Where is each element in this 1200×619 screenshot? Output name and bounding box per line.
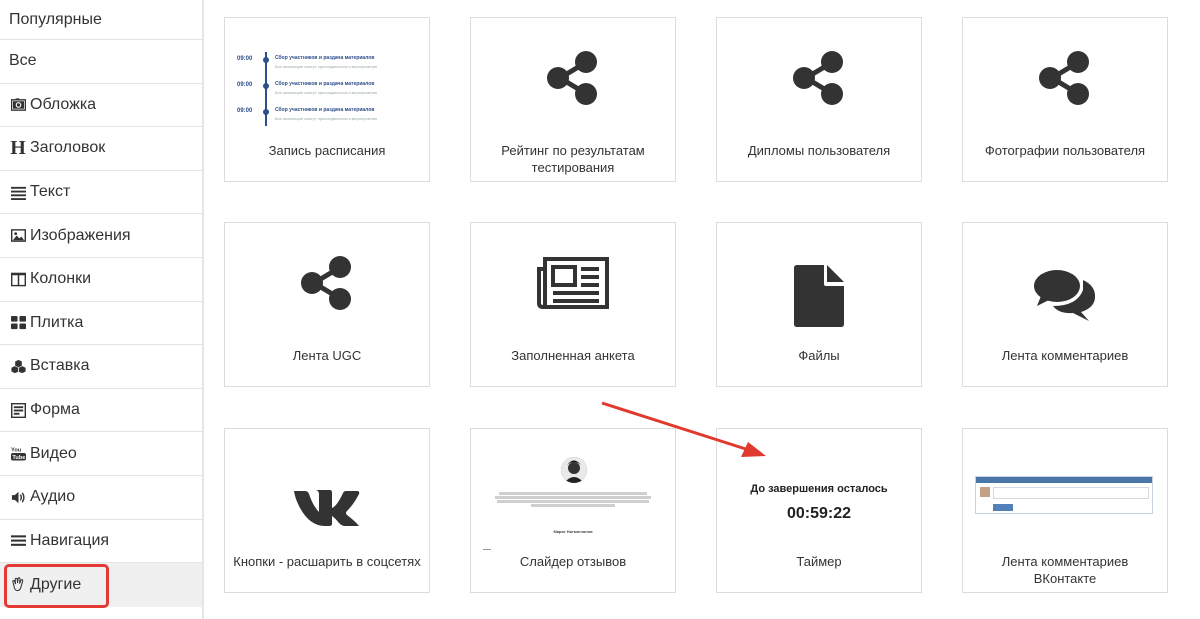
avatar [561,457,587,483]
card-label: Рейтинг по результатам тестирования [501,143,645,175]
card-filled-form[interactable]: Заполненная анкета [470,222,676,387]
sidebar-item-tiles[interactable]: Плитка [0,302,202,346]
sidebar-item-columns[interactable]: Колонки [0,258,202,302]
heading-icon: H [10,136,26,159]
card-label: Файлы [798,348,840,363]
sidebar-item-label: Колонки [30,270,92,288]
review-author: Марат Нигматзянов [553,529,593,534]
sidebar: Популярные Все Обложка H Заголовок Текст… [0,0,204,619]
comments-icon [1034,270,1096,321]
share-icon [301,256,351,310]
card-label: Фотографии пользователя [984,143,1146,158]
share-icon [793,51,843,105]
sidebar-item-label: Вставка [30,357,90,375]
sidebar-item-label: Аудио [30,488,76,506]
youtube-icon: You Tube [9,445,27,463]
card-label: Лента комментариев [1001,348,1129,363]
card-label: Лента комментариев ВКонтакте [1001,554,1129,586]
sidebar-item-label: Видео [30,444,77,462]
svg-text:Tube: Tube [12,455,25,461]
sidebar-item-label: Навигация [30,531,110,549]
card-files[interactable]: Файлы [716,222,922,387]
card-share-buttons[interactable]: Кнопки - расшарить в соцсетях [224,428,430,593]
sidebar-item-cover[interactable]: Обложка [0,84,202,128]
tiles-icon [9,314,27,332]
sidebar-item-form[interactable]: Форма [0,389,202,433]
sidebar-item-video[interactable]: You Tube Видео [0,432,202,476]
schedule-preview: 09:00 Сбор участников и раздача материал… [237,52,417,132]
bars-icon [9,532,27,550]
card-test-rating[interactable]: Рейтинг по результатам тестирования [470,17,676,182]
sidebar-item-navigation[interactable]: Навигация [0,520,202,564]
align-justify-icon [9,183,27,201]
sidebar-item-images[interactable]: Изображения [0,214,202,258]
camera-icon [9,96,27,114]
sidebar-item-text[interactable]: Текст [0,171,202,215]
form-icon [9,401,27,419]
sidebar-item-label: Все [9,52,37,70]
card-label: Дипломы пользователя [747,143,891,158]
share-icon [547,51,597,105]
vk-comments-preview [975,476,1153,514]
volume-icon [9,488,27,506]
card-label: Кнопки - расшарить в соцсетях [233,554,421,569]
sidebar-item-label: Плитка [30,313,84,331]
sidebar-item-all[interactable]: Все [0,40,202,84]
svg-text:You: You [11,448,22,454]
timer-value: 00:59:22 [786,505,852,522]
file-icon [794,265,844,327]
schedule-row: 09:00 Сбор участников и раздача материал… [237,81,377,95]
image-icon [9,227,27,245]
cubes-icon [9,357,27,375]
card-reviews-slider[interactable]: Марат Нигматзянов Слайдер отзывов [470,428,676,593]
sidebar-item-heading[interactable]: H Заголовок [0,127,202,171]
review-text [491,491,655,508]
vk-icon [294,490,360,526]
card-ugc-feed[interactable]: Лента UGC [224,222,430,387]
timer-title: До завершения осталось [750,483,888,495]
sidebar-item-label: Другие [30,575,82,593]
card-label: Запись расписания [268,143,386,158]
columns-icon [9,270,27,288]
card-user-diplomas[interactable]: Дипломы пользователя [716,17,922,182]
sidebar-item-popular[interactable]: Популярные [0,0,202,40]
newspaper-icon [537,257,609,309]
card-timer[interactable]: До завершения осталось 00:59:22 Таймер [716,428,922,593]
sidebar-item-label: Обложка [30,95,97,113]
sidebar-item-label: Изображения [30,226,131,244]
card-vk-comments[interactable]: Лента комментариев ВКонтакте [962,428,1168,593]
card-label: Слайдер отзывов [519,554,627,569]
schedule-row: 09:00 Сбор участников и раздача материал… [237,107,377,121]
card-label: Таймер [796,554,842,569]
share-icon [1039,51,1089,105]
sidebar-item-audio[interactable]: Аудио [0,476,202,520]
card-schedule-entry[interactable]: 09:00 Сбор участников и раздача материал… [224,17,430,182]
sidebar-item-label: Форма [30,401,80,419]
sidebar-item-label: Заголовок [30,139,106,157]
sidebar-item-label: Текст [30,183,71,201]
card-comments-feed[interactable]: Лента комментариев [962,222,1168,387]
card-user-photos[interactable]: Фотографии пользователя [962,17,1168,182]
card-label: Лента UGC [292,348,362,363]
sidebar-item-label: Популярные [9,10,102,28]
card-label: Заполненная анкета [511,348,635,363]
schedule-row: 09:00 Сбор участников и раздача материал… [237,55,377,69]
sidebar-item-other[interactable]: Другие [0,563,202,607]
hand-icon [9,576,27,594]
sidebar-item-insert[interactable]: Вставка [0,345,202,389]
